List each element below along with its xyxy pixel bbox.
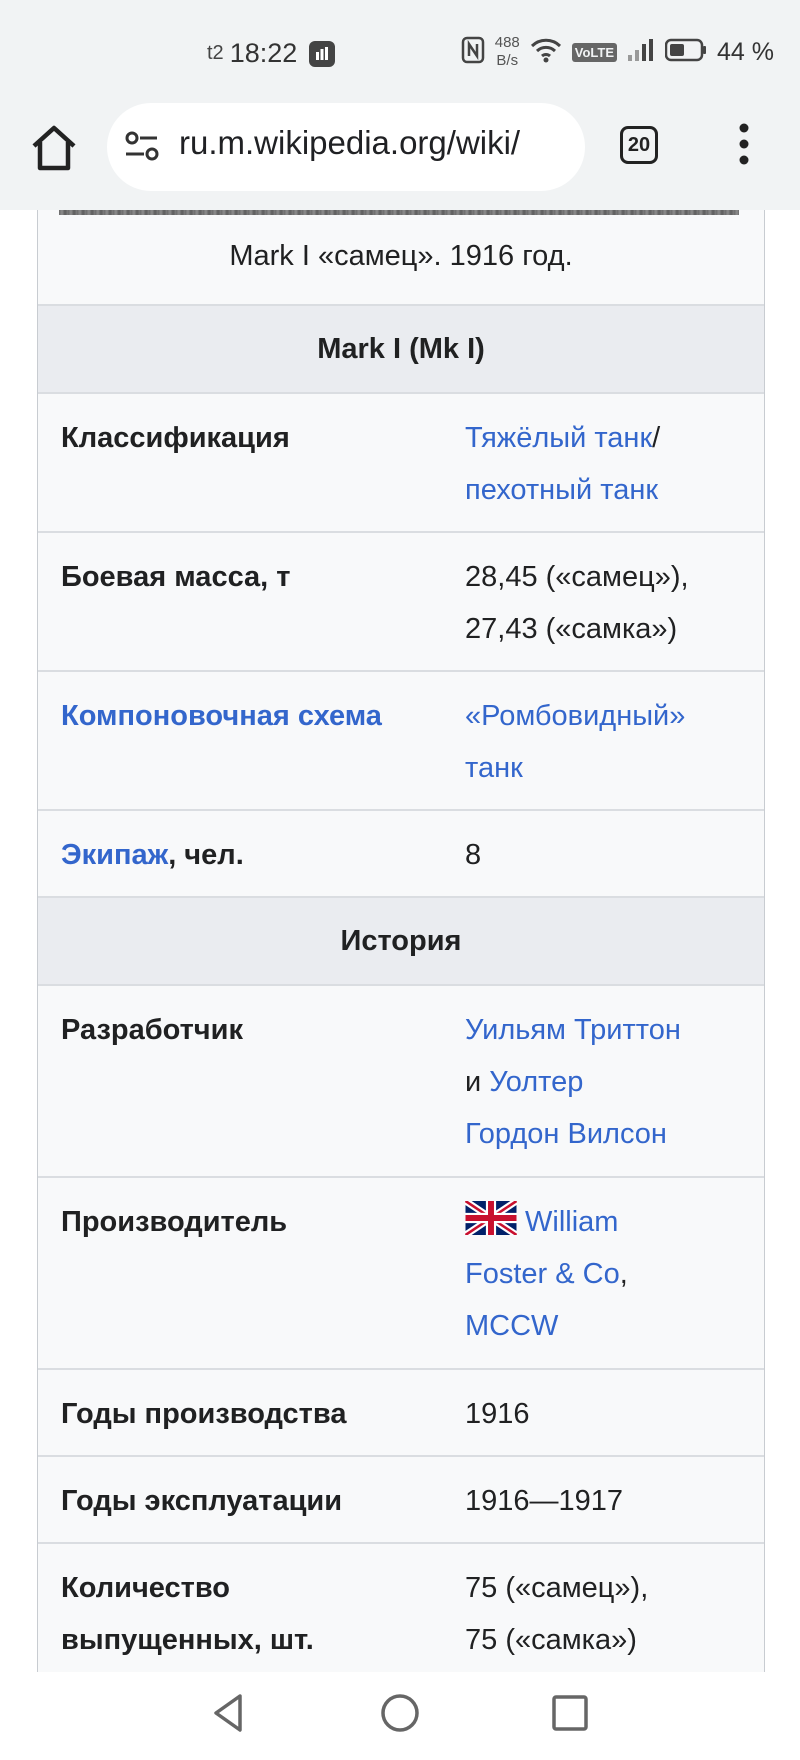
image-caption: Mark I «самец». 1916 год. bbox=[229, 240, 573, 272]
row-production-years: Годы производства 1916 bbox=[38, 1370, 764, 1457]
developer-and: и bbox=[465, 1066, 490, 1098]
notification-app-icon bbox=[309, 40, 336, 67]
signal-icon bbox=[627, 38, 655, 67]
crew-unit: , чел. bbox=[168, 839, 244, 871]
row-manufacturer: Производитель William Foster & Co, MCCW bbox=[38, 1178, 764, 1370]
clock: 18:22 bbox=[229, 38, 298, 68]
manufacturer-value: William Foster & Co, MCCW bbox=[463, 1178, 764, 1368]
developer-value: Уильям Триттон и Уолтер Гордон Вилсон bbox=[465, 986, 764, 1176]
status-left: t2 18:22 bbox=[207, 38, 336, 69]
network-speed: 488 B/s bbox=[495, 34, 520, 70]
layout-label-link[interactable]: Компоновочная схема bbox=[61, 700, 382, 732]
layout-value: «Ромбовидный» танк bbox=[465, 672, 764, 809]
uk-flag-icon[interactable] bbox=[463, 1198, 519, 1238]
network-speed-value: 488 bbox=[494, 34, 520, 51]
quantity-female: 75 («самка») bbox=[465, 1624, 637, 1656]
quantity-male: 75 («самец»), bbox=[465, 1572, 649, 1604]
volte-badge: VoLTE bbox=[571, 42, 618, 62]
william-foster-link-line1[interactable]: William bbox=[525, 1206, 618, 1238]
row-service-years: Годы эксплуатации 1916—1917 bbox=[38, 1457, 764, 1544]
row-developer: Разработчик Уильям Триттон и Уолтер Горд… bbox=[38, 986, 764, 1178]
row-classification: Классификация Тяжёлый танк/ пехотный тан… bbox=[38, 394, 764, 533]
service-years-label: Годы эксплуатации bbox=[61, 1485, 343, 1517]
address-bar[interactable]: ru.m.wikipedia.org/wiki/ bbox=[107, 103, 585, 191]
quantity-label: Количество выпущенных, шт. bbox=[38, 1544, 465, 1672]
row-layout: Компоновочная схема «Ромбовидный» танк bbox=[38, 672, 764, 811]
wilson-link-line1[interactable]: Уолтер bbox=[489, 1066, 583, 1098]
classification-separator: / bbox=[652, 422, 661, 454]
mass-female: 27,43 («самка») bbox=[465, 613, 678, 645]
classification-label: Классификация bbox=[61, 422, 290, 454]
manufacturer-comma: , bbox=[619, 1258, 628, 1290]
combat-mass-label: Боевая масса, т bbox=[61, 561, 291, 593]
network-speed-unit: B/s bbox=[496, 52, 519, 69]
heavy-tank-link[interactable]: Тяжёлый танк bbox=[465, 422, 652, 454]
back-triangle-icon bbox=[214, 1694, 242, 1732]
battery-percent: 44 % bbox=[717, 37, 774, 66]
tritton-link[interactable]: Уильям Триттон bbox=[465, 1014, 681, 1046]
nav-home-button[interactable] bbox=[375, 1688, 425, 1738]
image-caption-cell: Mark I «самец». 1916 год. bbox=[38, 210, 764, 306]
infobox-title: Mark I (Mk I) bbox=[38, 306, 764, 394]
wifi-icon bbox=[530, 37, 562, 68]
nfc-icon bbox=[461, 36, 485, 69]
home-circle-icon bbox=[381, 1694, 419, 1732]
production-years-value: 1916 bbox=[465, 1398, 530, 1430]
home-button[interactable] bbox=[28, 122, 80, 174]
recents-square-icon bbox=[552, 1695, 588, 1731]
system-nav-bar bbox=[0, 1672, 800, 1760]
browser-toolbar: ru.m.wikipedia.org/wiki/ 20 bbox=[0, 96, 800, 211]
nav-recents-button[interactable] bbox=[545, 1688, 595, 1738]
url-text[interactable]: ru.m.wikipedia.org/wiki/ bbox=[179, 124, 579, 162]
mccw-link[interactable]: MCCW bbox=[465, 1310, 558, 1342]
developer-label: Разработчик bbox=[61, 1014, 243, 1046]
quantity-value: 75 («самец»), 75 («самка») bbox=[465, 1544, 764, 1672]
william-foster-link-line2[interactable]: Foster & Co bbox=[465, 1258, 620, 1290]
crew-value: 8 bbox=[465, 839, 482, 871]
kebab-menu-icon bbox=[739, 123, 749, 165]
row-quantity: Количество выпущенных, шт. 75 («самец»),… bbox=[38, 1544, 764, 1672]
carrier-label: t2 bbox=[207, 42, 224, 64]
quantity-label-line2: выпущенных, шт. bbox=[61, 1624, 314, 1656]
status-right: 488 B/s VoLTE 44 % bbox=[461, 34, 774, 70]
infantry-tank-link[interactable]: пехотный танк bbox=[465, 474, 658, 506]
mass-male: 28,45 («самец»), bbox=[465, 561, 689, 593]
row-crew: Экипаж, чел. 8 bbox=[38, 811, 764, 898]
classification-value: Тяжёлый танк/ пехотный танк bbox=[465, 394, 764, 531]
crew-link[interactable]: Экипаж bbox=[61, 839, 168, 871]
tab-switcher-button[interactable]: 20 bbox=[620, 126, 658, 164]
infobox: Mark I «самец». 1916 год. Mark I (Mk I) … bbox=[37, 210, 765, 1672]
wilson-link-line2[interactable]: Гордон Вилсон bbox=[465, 1118, 667, 1150]
manufacturer-label: Производитель bbox=[61, 1206, 288, 1238]
service-years-value: 1916—1917 bbox=[465, 1485, 624, 1517]
combat-mass-value: 28,45 («самец»), 27,43 («самка») bbox=[465, 533, 764, 670]
battery-icon bbox=[664, 38, 707, 67]
rhomboid-tank-link-line2[interactable]: танк bbox=[465, 752, 523, 784]
section-history-header: История bbox=[38, 898, 764, 986]
site-settings-icon[interactable] bbox=[123, 127, 161, 165]
more-menu-button[interactable] bbox=[736, 120, 752, 168]
status-bar: t2 18:22 488 B/s VoLTE 44 % bbox=[0, 0, 800, 96]
nav-back-button[interactable] bbox=[204, 1688, 254, 1738]
rhomboid-tank-link-line1[interactable]: «Ромбовидный» bbox=[465, 700, 685, 732]
crew-label-cell: Экипаж, чел. bbox=[38, 811, 465, 896]
row-combat-mass: Боевая масса, т 28,45 («самец»), 27,43 (… bbox=[38, 533, 764, 672]
page-content: Mark I «самец». 1916 год. Mark I (Mk I) … bbox=[0, 210, 800, 1672]
quantity-label-line1: Количество bbox=[61, 1572, 231, 1604]
production-years-label: Годы производства bbox=[61, 1398, 347, 1430]
layout-label-cell: Компоновочная схема bbox=[38, 672, 465, 809]
home-icon bbox=[32, 125, 76, 171]
